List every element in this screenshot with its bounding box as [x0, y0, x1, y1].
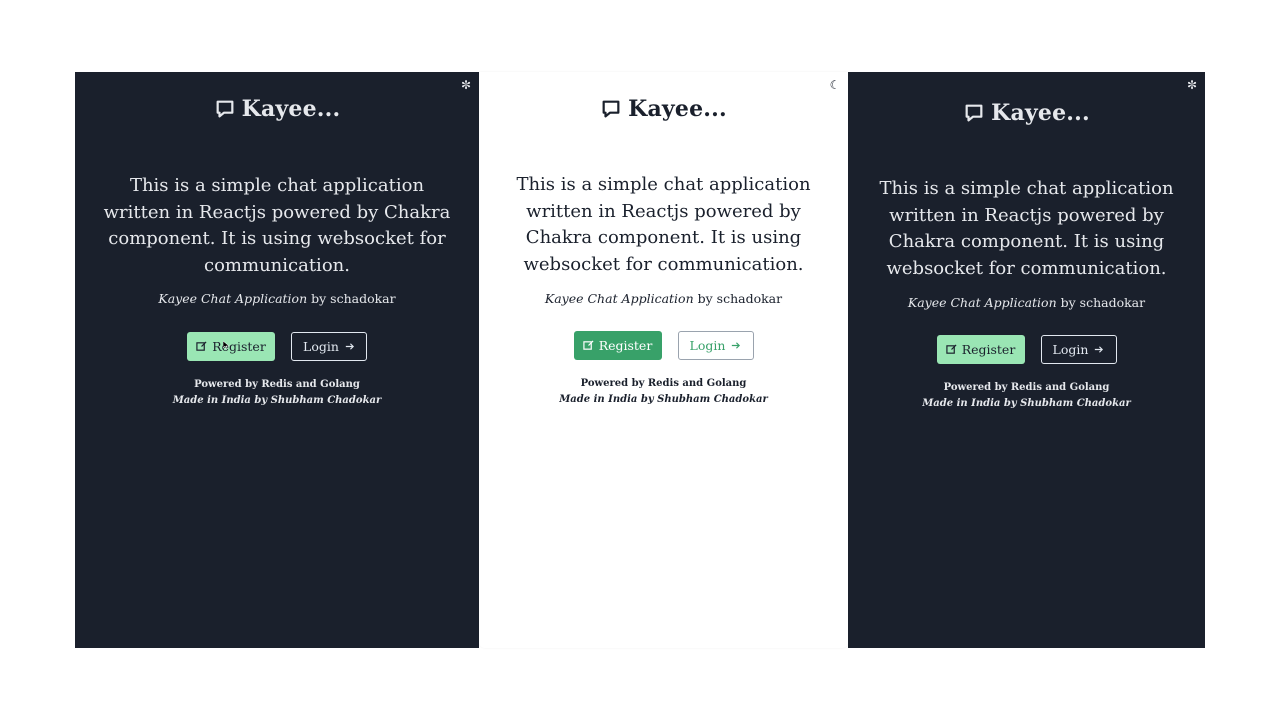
arrow-right-icon [1095, 346, 1104, 353]
panel-dark-right: ✼ Kayee... This is a simple chat applica… [848, 72, 1205, 648]
powered-by: Powered by Redis and Golang [194, 379, 360, 390]
sun-icon[interactable]: ✼ [459, 78, 473, 92]
made-in: Made in India by Shubham Chadokar [172, 395, 382, 406]
sun-icon[interactable]: ✼ [1185, 78, 1199, 92]
byline: Kayee Chat Application by schadokar [848, 295, 1205, 310]
panel-dark-left: ✼ Kayee... This is a simple chat applica… [75, 72, 479, 648]
brand: Kayee... [75, 96, 479, 122]
panel-light-center: ☾ Kayee... This is a simple chat applica… [479, 72, 848, 648]
chat-bubble-icon [216, 100, 234, 118]
brand-title: Kayee... [991, 100, 1090, 126]
app-description: This is a simple chat application writte… [879, 178, 1174, 279]
register-button[interactable]: Register [187, 332, 275, 361]
powered-by: Powered by Redis and Golang [580, 378, 747, 389]
arrow-right-icon [732, 342, 741, 349]
brand: Kayee... [848, 100, 1205, 126]
app-description: This is a simple chat application writte… [103, 175, 451, 276]
byline-author: by schadokar [693, 291, 783, 306]
edit-icon [196, 341, 207, 351]
made-in: Made in India by Shubham Chadokar [559, 394, 768, 405]
action-buttons: Register Login [479, 331, 848, 360]
footer: Powered by Redis and Golang Made in Indi… [479, 376, 848, 408]
register-label: Register [212, 339, 266, 354]
brand-title: Kayee... [628, 96, 727, 122]
login-button[interactable]: Login [1040, 335, 1117, 364]
byline-app-name: Kayee Chat Application [544, 291, 694, 306]
byline-app-name: Kayee Chat Application [158, 291, 308, 306]
login-button[interactable]: Login [291, 332, 367, 361]
footer: Powered by Redis and Golang Made in Indi… [75, 377, 479, 409]
login-button[interactable]: Login [677, 331, 754, 360]
action-buttons: Register Login [75, 332, 479, 361]
edit-icon [583, 340, 594, 350]
arrow-right-icon [345, 343, 354, 350]
byline-app-name: Kayee Chat Application [907, 295, 1057, 310]
chat-bubble-icon [602, 100, 620, 118]
byline-author: by schadokar [307, 291, 396, 306]
byline-author: by schadokar [1056, 295, 1146, 310]
chat-bubble-icon [965, 104, 983, 122]
register-button[interactable]: Register [573, 331, 662, 360]
footer: Powered by Redis and Golang Made in Indi… [848, 380, 1205, 412]
register-label: Register [961, 342, 1016, 357]
login-label: Login [303, 339, 339, 354]
edit-icon [946, 344, 957, 354]
powered-by: Powered by Redis and Golang [943, 382, 1110, 393]
app-description: This is a simple chat application writte… [516, 174, 811, 275]
brand-title: Kayee... [241, 96, 341, 122]
byline: Kayee Chat Application by schadokar [75, 291, 479, 306]
register-label: Register [598, 338, 653, 353]
register-button[interactable]: Register [936, 335, 1025, 364]
made-in: Made in India by Shubham Chadokar [922, 398, 1131, 409]
action-buttons: Register Login [848, 335, 1205, 364]
login-label: Login [689, 338, 726, 353]
login-label: Login [1052, 342, 1089, 357]
mouse-pointer-icon [223, 341, 229, 349]
byline: Kayee Chat Application by schadokar [479, 291, 848, 306]
moon-icon[interactable]: ☾ [828, 78, 842, 92]
brand: Kayee... [479, 96, 848, 122]
